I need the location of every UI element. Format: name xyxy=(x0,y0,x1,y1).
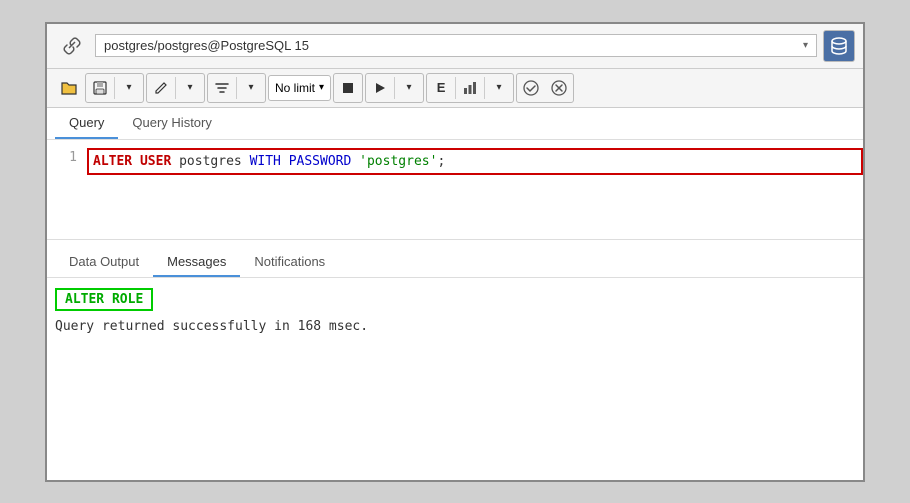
kw-alter: ALTER USER xyxy=(93,154,171,169)
results-tabs: Data Output Messages Notifications xyxy=(47,248,863,278)
database-icon xyxy=(823,30,855,62)
kw-password: PASSWORD xyxy=(289,154,352,169)
save-dropdown-button[interactable]: ▾ xyxy=(115,74,143,102)
explain-label: E xyxy=(437,80,446,95)
alter-role-badge: ALTER ROLE xyxy=(55,288,153,311)
save-button[interactable] xyxy=(86,74,114,102)
query-success-message: Query returned successfully in 168 msec. xyxy=(55,319,855,334)
chevron-down-icon: ▾ xyxy=(407,82,412,93)
kw-plain-3 xyxy=(351,154,359,169)
connection-type-icon xyxy=(55,32,89,60)
rollback-button[interactable] xyxy=(545,74,573,102)
connection-label: postgres/postgres@PostgreSQL 15 xyxy=(104,38,309,53)
chart-button[interactable] xyxy=(456,74,484,102)
chevron-down-icon: ▾ xyxy=(126,82,131,93)
chevron-down-icon: ▾ xyxy=(248,82,253,93)
kw-with: WITH xyxy=(250,154,281,169)
tab-notifications[interactable]: Notifications xyxy=(240,248,339,277)
query-code[interactable]: ALTER USER postgres WITH PASSWORD 'postg… xyxy=(87,148,863,176)
tab-data-output[interactable]: Data Output xyxy=(55,248,153,277)
stop-button[interactable] xyxy=(334,74,362,102)
stop-group xyxy=(333,73,363,103)
run-button[interactable] xyxy=(366,74,394,102)
explain-dropdown-button[interactable]: ▾ xyxy=(485,74,513,102)
filter-dropdown-button[interactable]: ▾ xyxy=(237,74,265,102)
tab-messages[interactable]: Messages xyxy=(153,248,240,277)
filter-button[interactable] xyxy=(208,74,236,102)
query-line-1: 1 ALTER USER postgres WITH PASSWORD 'pos… xyxy=(47,148,863,176)
transaction-group xyxy=(516,73,574,103)
connection-selector[interactable]: postgres/postgres@PostgreSQL 15 ▾ xyxy=(95,34,817,57)
save-group: ▾ xyxy=(85,73,144,103)
connection-bar: postgres/postgres@PostgreSQL 15 ▾ xyxy=(47,24,863,69)
limit-label: No limit xyxy=(275,81,315,95)
filter-group: ▾ xyxy=(207,73,266,103)
results-area: Data Output Messages Notifications ALTER… xyxy=(47,240,863,352)
chevron-down-icon: ▾ xyxy=(187,82,192,93)
tab-query[interactable]: Query xyxy=(55,108,118,139)
edit-group: ▾ xyxy=(146,73,205,103)
chevron-down-icon: ▾ xyxy=(497,82,502,93)
edit-dropdown-button[interactable]: ▾ xyxy=(176,74,204,102)
limit-dropdown[interactable]: No limit ▾ xyxy=(268,75,331,101)
run-group: ▾ xyxy=(365,73,424,103)
limit-chevron-icon: ▾ xyxy=(319,82,324,93)
results-content: ALTER ROLE Query returned successfully i… xyxy=(47,278,863,344)
kw-plain-4: ; xyxy=(437,154,445,169)
toolbar: ▾ ▾ ▾ No limit ▾ xyxy=(47,69,863,108)
kw-plain-2 xyxy=(281,154,289,169)
run-dropdown-button[interactable]: ▾ xyxy=(395,74,423,102)
commit-button[interactable] xyxy=(517,74,545,102)
query-tabs: Query Query History xyxy=(47,108,863,140)
edit-button[interactable] xyxy=(147,74,175,102)
kw-plain-1: postgres xyxy=(171,154,249,169)
explain-group: E ▾ xyxy=(426,73,514,103)
tab-query-history[interactable]: Query History xyxy=(118,108,225,139)
open-file-button[interactable] xyxy=(55,74,83,102)
query-editor: 1 ALTER USER postgres WITH PASSWORD 'pos… xyxy=(47,140,863,240)
kw-string: 'postgres' xyxy=(359,154,437,169)
main-window: postgres/postgres@PostgreSQL 15 ▾ ▾ xyxy=(45,22,865,482)
chevron-down-icon: ▾ xyxy=(803,40,808,51)
explain-button[interactable]: E xyxy=(427,74,455,102)
line-number: 1 xyxy=(47,148,87,165)
